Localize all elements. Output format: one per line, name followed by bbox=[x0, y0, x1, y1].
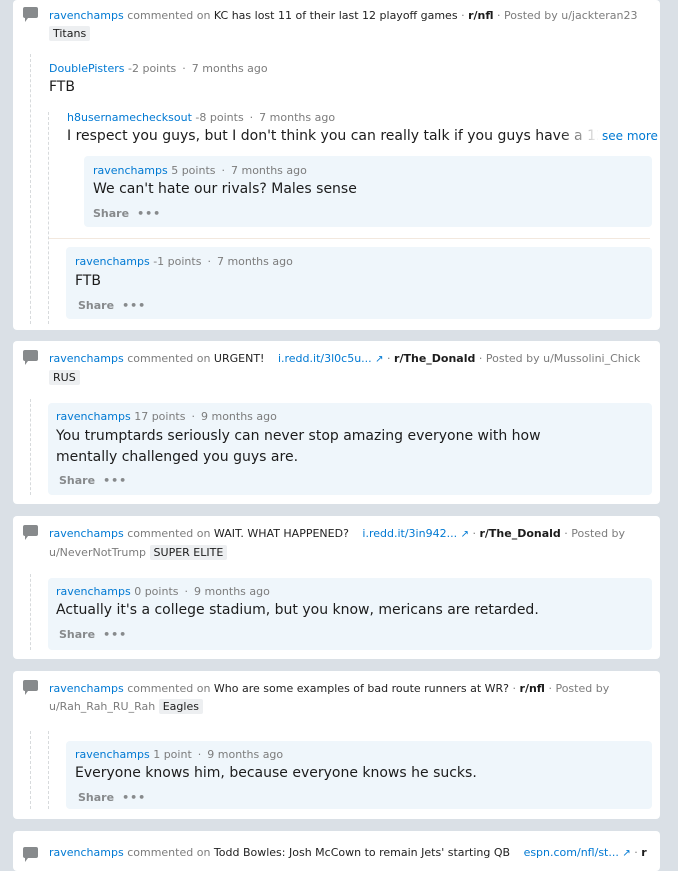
comment-body: FTB bbox=[49, 79, 75, 95]
post-header: ravenchamps commented on KC has lost 11 … bbox=[49, 9, 638, 22]
share-button[interactable]: Share ••• bbox=[59, 628, 127, 641]
posted-by[interactable]: · Posted by bbox=[548, 682, 609, 695]
post-header: ravenchamps commented on Who are some ex… bbox=[49, 682, 610, 695]
see-more-link[interactable]: see more bbox=[598, 129, 658, 143]
comment-meta: ravenchamps 1 point · 9 months ago bbox=[75, 748, 284, 761]
post-header: ravenchamps commented on WAIT. WHAT HAPP… bbox=[49, 527, 626, 540]
comment-body: Everyone knows him, because everyone kno… bbox=[75, 765, 477, 781]
share-button[interactable]: Share ••• bbox=[93, 207, 161, 220]
thread-line[interactable] bbox=[30, 54, 31, 324]
more-options-icon[interactable]: ••• bbox=[122, 791, 146, 804]
comment-icon bbox=[23, 847, 38, 862]
comment-icon bbox=[23, 680, 38, 695]
post-title[interactable]: WAIT. WHAT HAPPENED? bbox=[214, 527, 349, 540]
posted-by[interactable]: · Posted by u/Mussolini_Chick bbox=[479, 352, 640, 365]
divider bbox=[49, 238, 650, 239]
post-title[interactable]: URGENT! bbox=[214, 352, 265, 365]
external-link-icon[interactable]: ↗ bbox=[461, 529, 469, 540]
post-title[interactable]: Who are some examples of bad route runne… bbox=[214, 682, 509, 695]
more-options-icon[interactable]: ••• bbox=[103, 628, 127, 641]
comment-icon bbox=[23, 350, 38, 365]
user-link[interactable]: ravenchamps bbox=[49, 846, 124, 859]
comment-body: You trumptards seriously can never stop … bbox=[56, 428, 541, 465]
user-link[interactable]: ravenchamps bbox=[49, 9, 124, 22]
user-link[interactable]: h8usernamechecksout bbox=[67, 111, 192, 124]
share-button[interactable]: Share ••• bbox=[78, 791, 146, 804]
user-link[interactable]: ravenchamps bbox=[75, 255, 150, 268]
comment-meta: ravenchamps 0 points · 9 months ago bbox=[56, 585, 270, 598]
comment-icon bbox=[23, 7, 38, 22]
thread-line[interactable] bbox=[30, 574, 31, 650]
user-link[interactable]: ravenchamps bbox=[75, 748, 150, 761]
post-link[interactable]: espn.com/nfl/st... bbox=[524, 846, 619, 859]
comment-body: FTB bbox=[75, 273, 101, 289]
user-link[interactable]: ravenchamps bbox=[49, 527, 124, 540]
subreddit-link[interactable]: r/The_Donald bbox=[479, 527, 560, 540]
comment-highlight: ravenchamps 0 points · 9 months ago Actual… bbox=[48, 578, 652, 650]
user-flair: Titans bbox=[49, 26, 91, 41]
post-link[interactable]: i.redd.it/3in942... bbox=[362, 527, 457, 540]
comment-body: I respect you guys, but I don't think yo… bbox=[67, 128, 645, 144]
posted-by[interactable]: · Posted by u/jackteran23 bbox=[497, 9, 637, 22]
thread-line[interactable] bbox=[48, 112, 49, 324]
share-button[interactable]: Share ••• bbox=[78, 299, 146, 312]
more-options-icon[interactable]: ••• bbox=[122, 299, 146, 312]
comment-highlight: ravenchamps -1 points · 7 months ago FTB S… bbox=[66, 247, 652, 319]
comment-highlight: ravenchamps 1 point · 9 months ago Everyon… bbox=[66, 741, 652, 809]
comment-card[interactable]: ravenchamps commented on Who are some ex… bbox=[13, 671, 660, 819]
subreddit-link[interactable]: r/nfl bbox=[468, 9, 493, 22]
thread-line[interactable] bbox=[30, 731, 31, 809]
text-fade bbox=[559, 126, 599, 147]
comment-body: We can't hate our rivals? Males sense bbox=[93, 181, 357, 197]
flair-line: RUS bbox=[49, 368, 650, 387]
post-header: ravenchamps commented on URGENT! i.redd.… bbox=[49, 352, 641, 365]
thread-line[interactable] bbox=[30, 399, 31, 495]
post-link[interactable]: i.redd.it/3l0c5u... bbox=[278, 352, 372, 365]
user-link[interactable]: ravenchamps bbox=[56, 585, 131, 598]
subreddit-link[interactable]: r bbox=[641, 846, 646, 859]
external-link-icon[interactable]: ↗ bbox=[622, 848, 630, 859]
user-link[interactable]: ravenchamps bbox=[49, 682, 124, 695]
posted-by[interactable]: · Posted by bbox=[564, 527, 625, 540]
comment-meta: DoublePisters -2 points · 7 months ago bbox=[49, 62, 268, 75]
comment-body: Actually it's a college stadium, but you… bbox=[56, 602, 539, 618]
comment-meta: ravenchamps -1 points · 7 months ago bbox=[75, 255, 293, 268]
more-options-icon[interactable]: ••• bbox=[137, 207, 161, 220]
user-link[interactable]: ravenchamps bbox=[93, 164, 168, 177]
comment-meta: ravenchamps 5 points · 7 months ago bbox=[93, 164, 307, 177]
user-link[interactable]: DoublePisters bbox=[49, 62, 125, 75]
user-link[interactable]: ravenchamps bbox=[49, 352, 124, 365]
post-title[interactable]: Todd Bowles: Josh McCown to remain Jets'… bbox=[214, 846, 510, 859]
comment-meta: ravenchamps 17 points · 9 months ago bbox=[56, 410, 277, 423]
thread-line[interactable] bbox=[48, 731, 49, 809]
share-button[interactable]: Share ••• bbox=[59, 474, 127, 487]
posted-by-user[interactable]: u/NeverNotTrump bbox=[49, 546, 146, 559]
comment-card[interactable]: ravenchamps commented on Todd Bowles: Jo… bbox=[13, 831, 660, 871]
comment-card[interactable]: ravenchamps commented on WAIT. WHAT HAPP… bbox=[13, 516, 660, 659]
subreddit-link[interactable]: r/nfl bbox=[520, 682, 545, 695]
posted-by-line: u/Rah_Rah_RU_Rah Eagles bbox=[49, 697, 650, 716]
post-header: ravenchamps commented on Todd Bowles: Jo… bbox=[49, 846, 647, 859]
comment-card[interactable]: ravenchamps commented on URGENT! i.redd.… bbox=[13, 341, 660, 504]
more-options-icon[interactable]: ••• bbox=[103, 474, 127, 487]
user-link[interactable]: ravenchamps bbox=[56, 410, 131, 423]
comment-icon bbox=[23, 525, 38, 540]
comment-card[interactable]: ravenchamps commented on KC has lost 11 … bbox=[13, 0, 660, 330]
comment-meta: h8usernamechecksout -8 points · 7 months a… bbox=[67, 111, 336, 124]
posted-by-user[interactable]: u/Rah_Rah_RU_Rah bbox=[49, 700, 155, 713]
comment-highlight: ravenchamps 5 points · 7 months ago We can… bbox=[84, 156, 652, 227]
user-flair: Eagles bbox=[158, 699, 203, 714]
posted-by-line: u/NeverNotTrump SUPER ELITE bbox=[49, 543, 650, 562]
post-title[interactable]: KC has lost 11 of their last 12 playoff … bbox=[214, 9, 458, 22]
user-flair: RUS bbox=[49, 370, 80, 385]
comment-highlight: ravenchamps 17 points · 9 months ago You t… bbox=[48, 403, 652, 495]
user-flair: SUPER ELITE bbox=[149, 545, 228, 560]
subreddit-link[interactable]: r/The_Donald bbox=[394, 352, 475, 365]
flair-line: Titans bbox=[49, 24, 650, 43]
external-link-icon[interactable]: ↗ bbox=[375, 354, 383, 365]
